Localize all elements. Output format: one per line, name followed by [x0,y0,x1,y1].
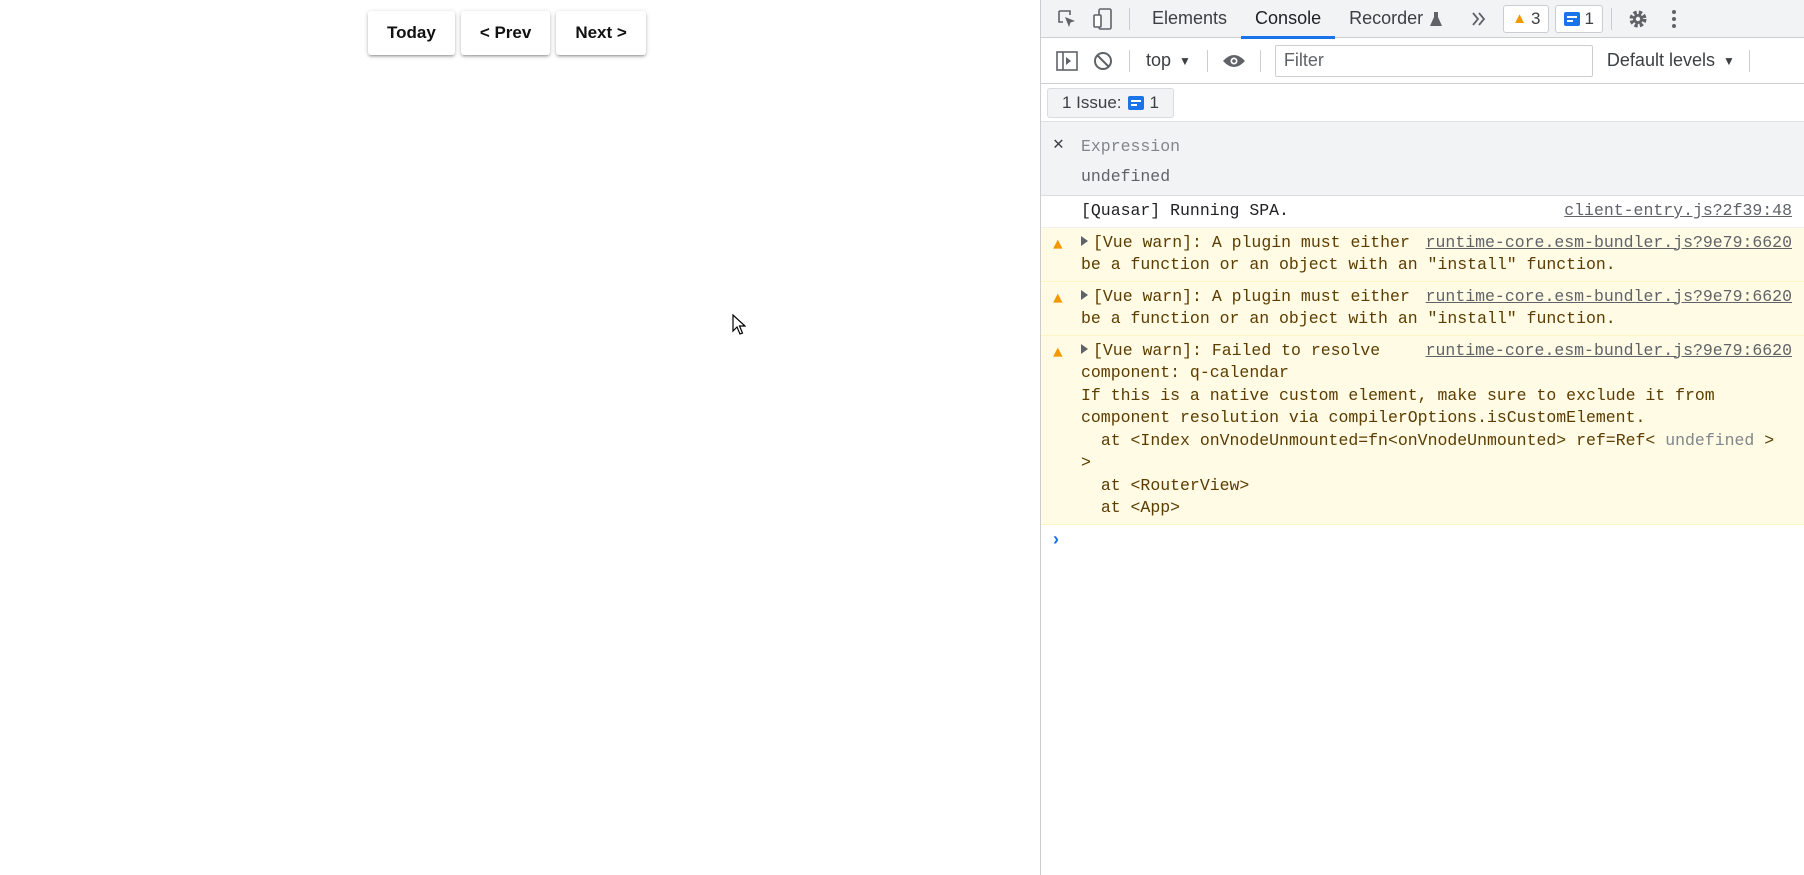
tab-recorder[interactable]: Recorder [1335,0,1457,38]
kebab-menu-icon[interactable] [1656,1,1692,37]
log-levels-dropdown[interactable]: Default levels ▼ [1607,50,1735,71]
divider [1610,7,1612,30]
expression-value: undefined [1081,167,1171,186]
warning-icon: ▲ [1053,289,1063,308]
clear-console-icon[interactable] [1085,43,1121,79]
warnings-badge[interactable]: ▲ 3 [1503,4,1550,33]
next-button[interactable]: Next > [556,11,646,55]
tab-console[interactable]: Console [1241,0,1336,39]
warnings-count: 3 [1530,8,1541,28]
expand-triangle-icon[interactable] [1081,289,1088,300]
console-prompt[interactable]: › [1041,525,1804,554]
inspect-element-icon[interactable] [1049,1,1085,37]
issues-button[interactable]: 1 Issue: 1 [1047,87,1175,118]
divider [1206,49,1208,72]
console-warning: ▲ runtime-core.esm-bundler.js?9e79:6620 … [1041,227,1804,282]
warning-icon: ▲ [1053,343,1063,362]
context-selector-label: top [1146,50,1172,70]
dropdown-arrow-icon: ▼ [1722,53,1735,68]
console-warning: ▲ runtime-core.esm-bundler.js?9e79:6620 … [1041,335,1804,525]
live-expression: ✕ Expression undefined [1041,122,1804,196]
devtools-tabbar: Elements Console Recorder ▲ 3 1 [1041,0,1804,39]
issues-count: 1 [1149,92,1160,112]
issues-label: 1 Issue: [1062,92,1122,112]
messages-badge[interactable]: 1 [1555,4,1603,33]
console-toolbar: top ▼ Default levels ▼ [1041,38,1804,84]
source-link[interactable]: client-entry.js?2f39:48 [1564,200,1792,223]
live-expression-eye-icon[interactable] [1216,43,1252,79]
settings-gear-icon[interactable] [1620,1,1656,37]
close-icon[interactable]: ✕ [1053,133,1064,155]
source-link[interactable]: runtime-core.esm-bundler.js?9e79:6620 [1426,232,1792,255]
warning-icon: ▲ [1053,235,1063,254]
tab-elements[interactable]: Elements [1138,0,1241,38]
messages-count: 1 [1584,8,1594,28]
divider [1748,49,1750,72]
expand-triangle-icon[interactable] [1081,343,1088,354]
divider [1129,49,1130,72]
device-toolbar-icon[interactable] [1085,1,1121,37]
warning-icon: ▲ [1512,10,1527,27]
filter-input[interactable] [1274,44,1593,77]
today-button[interactable]: Today [368,11,455,55]
context-selector[interactable]: top ▼ [1138,50,1199,71]
sidebar-toggle-icon[interactable] [1049,43,1085,79]
flask-icon [1430,11,1443,26]
source-link[interactable]: runtime-core.esm-bundler.js?9e79:6620 [1426,286,1792,309]
source-link[interactable]: runtime-core.esm-bundler.js?9e79:6620 [1426,340,1792,363]
issue-message-icon [1127,95,1144,110]
message-text: [Quasar] Running SPA. [1081,201,1289,220]
divider [1129,7,1130,30]
prompt-chevron-icon: › [1053,528,1059,549]
dropdown-arrow-icon: ▼ [1179,53,1191,68]
screen: Today < Prev Next > Elements Console Rec… [0,0,1804,875]
tab-recorder-label: Recorder [1349,8,1424,28]
console-warning: ▲ runtime-core.esm-bundler.js?9e79:6620 … [1041,281,1804,336]
expression-label[interactable]: Expression [1081,132,1792,162]
expand-triangle-icon[interactable] [1081,235,1088,246]
log-levels-label: Default levels [1606,50,1715,70]
calendar-nav: Today < Prev Next > [368,11,646,55]
issues-bar: 1 Issue: 1 [1041,84,1804,122]
app-viewport: Today < Prev Next > [0,0,1040,875]
devtools-panel: Elements Console Recorder ▲ 3 1 top ▼ Fi… [1040,0,1804,875]
prev-button[interactable]: < Prev [460,11,551,55]
message-icon [1564,11,1581,26]
message-text-dim: undefined [1665,430,1755,450]
more-tabs-icon[interactable] [1461,1,1497,37]
mouse-cursor-icon [732,314,746,335]
console-message: client-entry.js?2f39:48 [Quasar] Running… [1041,196,1804,228]
divider [1259,49,1261,72]
